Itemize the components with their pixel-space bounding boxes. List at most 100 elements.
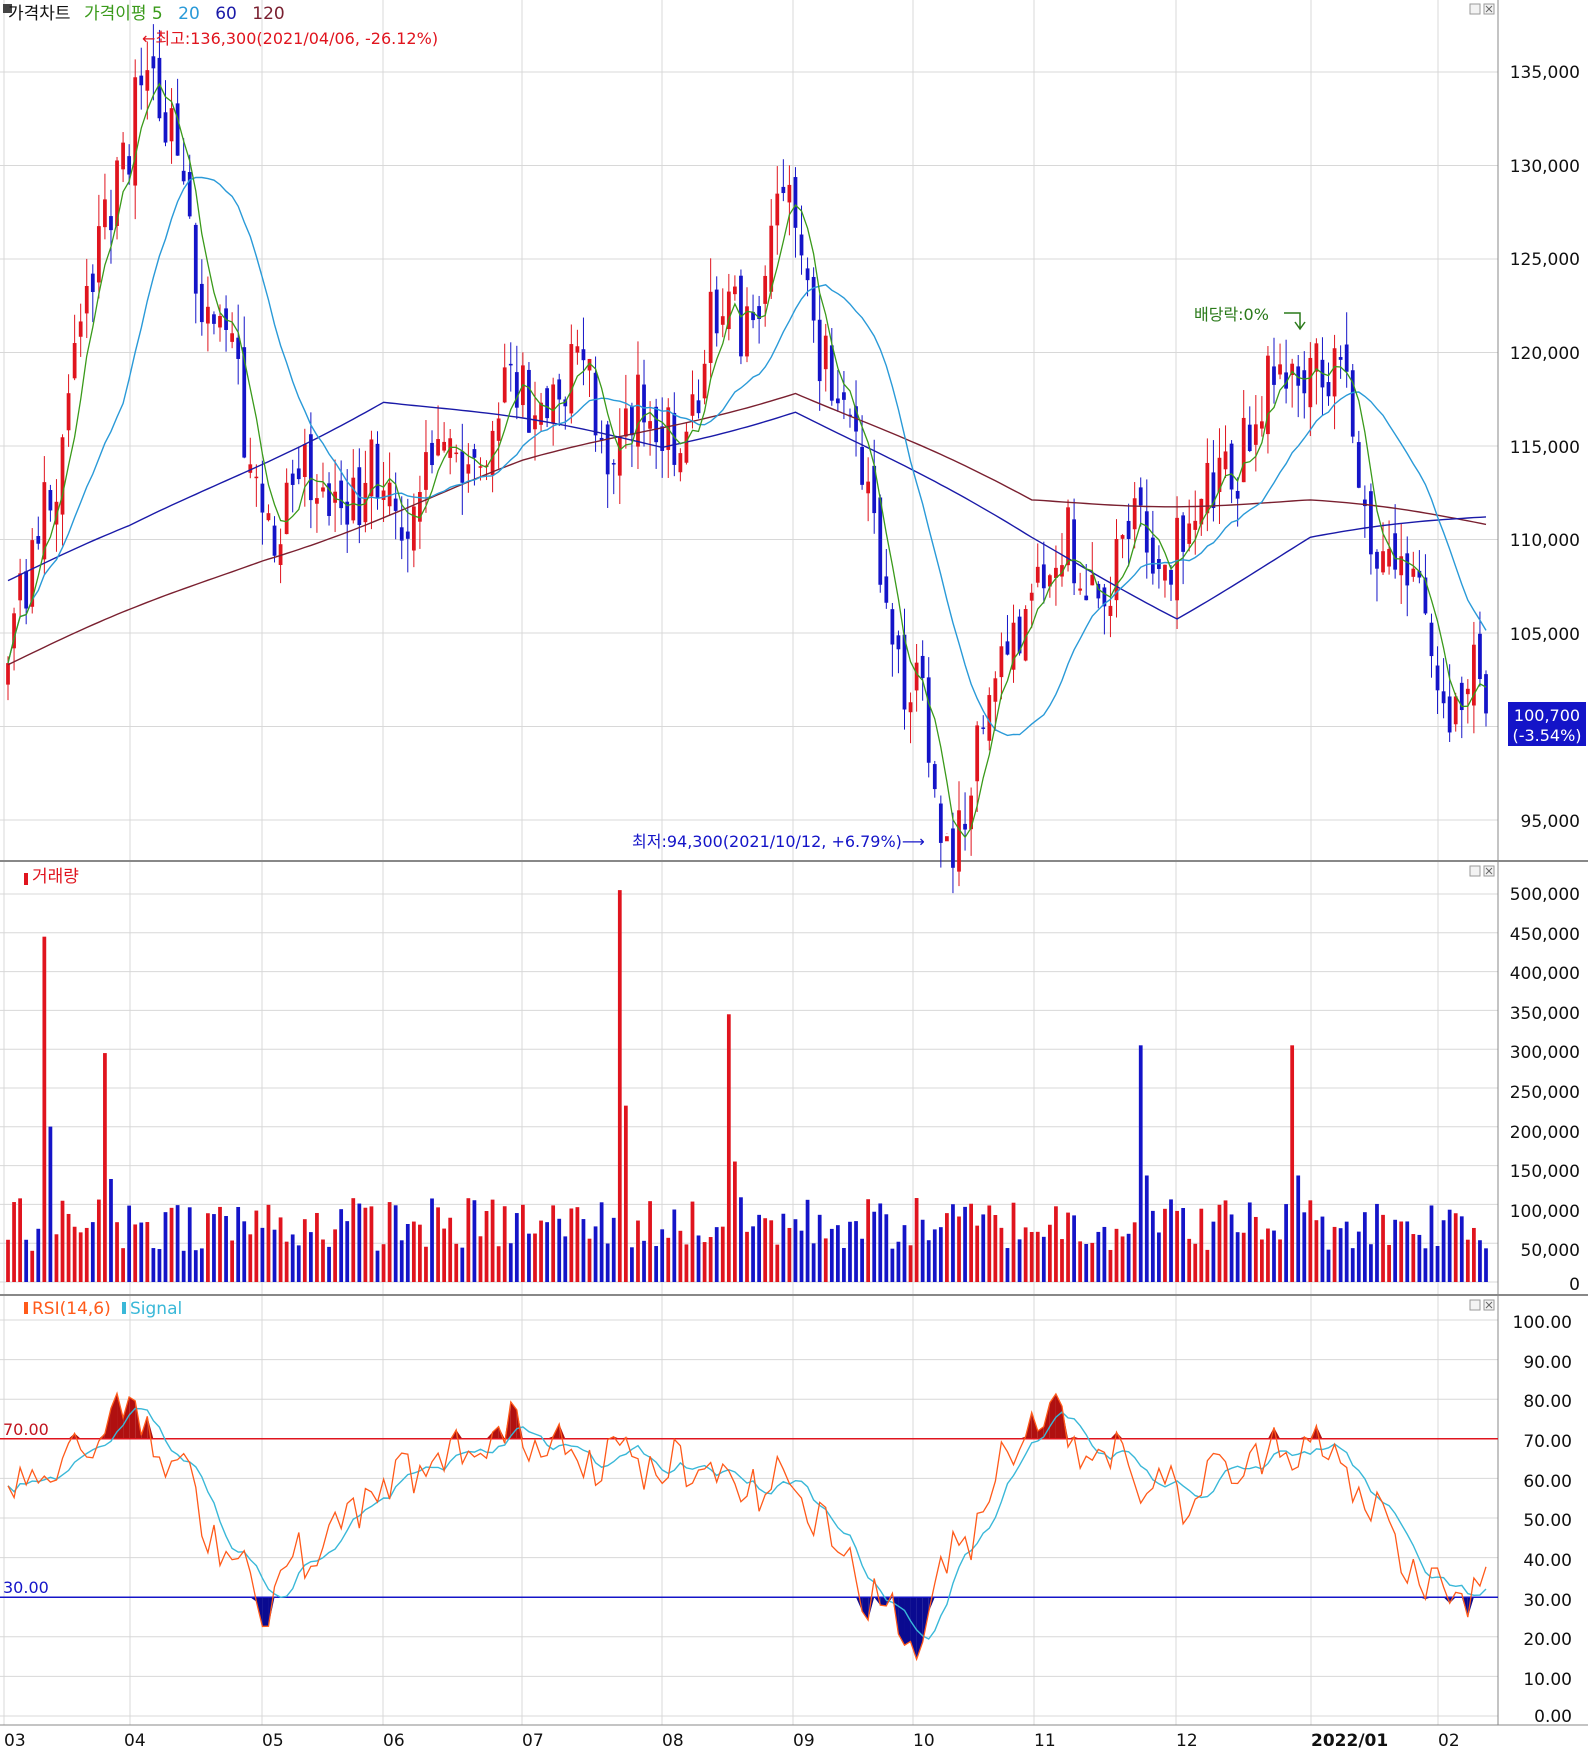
volume-bar bbox=[684, 1244, 689, 1282]
candle-body bbox=[938, 803, 943, 843]
volume-bar bbox=[811, 1243, 816, 1282]
volume-bar bbox=[254, 1210, 259, 1282]
volume-bar bbox=[272, 1229, 277, 1282]
volume-bar bbox=[1326, 1249, 1331, 1282]
volume-bar bbox=[1441, 1220, 1446, 1282]
candle-body bbox=[793, 177, 798, 228]
volume-bar bbox=[957, 1216, 961, 1282]
candle-body bbox=[139, 75, 144, 86]
price-tick-label: 130,000 bbox=[1510, 157, 1580, 177]
candle-body bbox=[890, 609, 895, 645]
price-tick-label: 110,000 bbox=[1510, 531, 1580, 551]
volume-bar bbox=[896, 1241, 901, 1282]
volume-bar bbox=[296, 1245, 301, 1282]
volume-bar bbox=[1029, 1231, 1034, 1282]
volume-bar bbox=[623, 1105, 628, 1282]
volume-bar bbox=[218, 1206, 222, 1282]
volume-bar bbox=[587, 1238, 592, 1282]
volume-bar bbox=[1078, 1241, 1083, 1282]
candle-body bbox=[1132, 498, 1137, 530]
candle-body bbox=[684, 431, 689, 463]
volume-bar bbox=[1459, 1216, 1464, 1282]
volume-bar bbox=[163, 1212, 168, 1282]
rsi-level-30-label: 30.00 bbox=[3, 1578, 49, 1597]
volume-bar bbox=[605, 1243, 610, 1282]
candle-body bbox=[199, 283, 204, 323]
candle-body bbox=[369, 439, 374, 497]
volume-bar bbox=[1084, 1243, 1089, 1282]
volume-bar bbox=[363, 1207, 368, 1282]
volume-bar bbox=[672, 1209, 677, 1282]
candle-body bbox=[454, 452, 459, 455]
candle-body bbox=[302, 444, 307, 478]
volume-bar bbox=[327, 1246, 331, 1282]
volume-bar bbox=[799, 1230, 804, 1282]
volume-bar bbox=[381, 1244, 386, 1282]
candle-body bbox=[1138, 487, 1143, 506]
volume-bar bbox=[872, 1211, 877, 1282]
candle-body bbox=[405, 531, 410, 539]
low-annotation: 최저:94,300(2021/10/12, +6.79%)⟶ bbox=[632, 832, 925, 851]
volume-bar bbox=[1253, 1216, 1258, 1282]
volume-bar bbox=[321, 1239, 325, 1282]
candle-body bbox=[763, 275, 768, 304]
candle-body bbox=[1478, 633, 1482, 680]
candle-body bbox=[60, 437, 65, 515]
candle-body bbox=[787, 184, 792, 203]
volume-bar bbox=[1423, 1248, 1428, 1282]
candle-body bbox=[1302, 370, 1307, 394]
volume-bar bbox=[496, 1246, 501, 1282]
volume-bar bbox=[1211, 1221, 1216, 1282]
candle-body bbox=[1187, 523, 1192, 544]
volume-bar bbox=[1011, 1202, 1016, 1282]
candle-body bbox=[1332, 348, 1337, 397]
x-tick-label: 05 bbox=[262, 1731, 284, 1750]
volume-bar bbox=[660, 1229, 665, 1282]
volume-bar bbox=[1272, 1230, 1276, 1282]
candle-body bbox=[339, 480, 344, 509]
maximize-button[interactable] bbox=[1469, 1299, 1481, 1311]
volume-bar bbox=[1150, 1210, 1155, 1282]
volume-bar bbox=[999, 1227, 1004, 1282]
volume-bar bbox=[424, 1246, 428, 1282]
candle-body bbox=[799, 234, 804, 256]
volume-bar bbox=[569, 1208, 574, 1282]
volume-tick-label: 250,000 bbox=[1510, 1083, 1580, 1103]
volume-bar bbox=[1284, 1204, 1288, 1282]
candle-body bbox=[829, 345, 834, 401]
x-tick-label: 10 bbox=[913, 1731, 935, 1750]
candle-body bbox=[1344, 344, 1349, 372]
candle-body bbox=[72, 343, 77, 379]
volume-bar bbox=[981, 1214, 986, 1282]
price-tick-label: 125,000 bbox=[1510, 250, 1580, 270]
price-tick-label: 105,000 bbox=[1510, 625, 1580, 645]
candle-body bbox=[842, 392, 846, 400]
volume-bar bbox=[1381, 1214, 1385, 1282]
maximize-button[interactable] bbox=[1469, 3, 1481, 15]
candle-body bbox=[1441, 691, 1446, 704]
x-tick-label: 11 bbox=[1034, 1731, 1056, 1750]
volume-bar bbox=[678, 1230, 683, 1282]
candle-body bbox=[212, 314, 216, 324]
candle-body bbox=[1120, 535, 1125, 539]
volume-bar bbox=[1193, 1243, 1198, 1282]
volume-bar bbox=[757, 1214, 761, 1282]
candle-body bbox=[399, 527, 404, 541]
candle-body bbox=[1447, 696, 1452, 733]
x-tick-label: 02 bbox=[1438, 1731, 1460, 1750]
volume-bar bbox=[866, 1199, 871, 1282]
volume-bar bbox=[1041, 1236, 1046, 1282]
volume-bar bbox=[1417, 1234, 1422, 1282]
candle-body bbox=[1175, 517, 1179, 601]
volume-bar bbox=[993, 1215, 998, 1282]
candle-body bbox=[1393, 533, 1398, 570]
candle-body bbox=[714, 289, 719, 334]
rsi-tick-label: 0.00 bbox=[1534, 1707, 1572, 1727]
volume-bar bbox=[351, 1198, 356, 1282]
volume-bar bbox=[1187, 1238, 1192, 1282]
volume-bar bbox=[1332, 1226, 1337, 1282]
volume-bar bbox=[666, 1237, 671, 1282]
volume-bar bbox=[72, 1226, 77, 1282]
maximize-button[interactable] bbox=[1469, 865, 1481, 877]
volume-bar bbox=[1435, 1245, 1440, 1282]
